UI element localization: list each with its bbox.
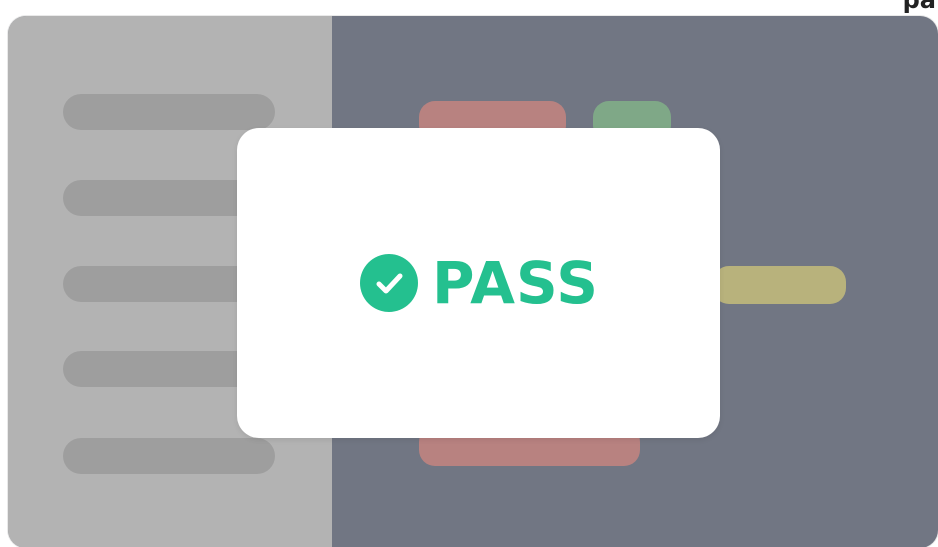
- corner-text: pa: [902, 0, 936, 14]
- result-card: PASS: [237, 128, 720, 438]
- status: PASS: [358, 252, 599, 314]
- status-label: PASS: [431, 249, 599, 317]
- page: pa PASS: [0, 0, 938, 547]
- skeleton-line: [63, 438, 275, 474]
- yellow-bar: [713, 266, 846, 304]
- check-circle-icon: [359, 254, 418, 312]
- skeleton-line: [63, 94, 275, 130]
